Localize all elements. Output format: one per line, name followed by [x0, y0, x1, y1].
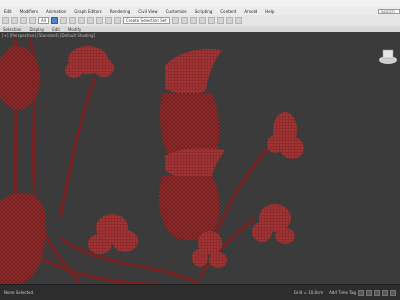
main-toolbar: All Create Selection Set — [0, 15, 400, 26]
unlink-button[interactable] — [29, 17, 36, 24]
pan-button[interactable] — [382, 289, 388, 296]
render-frame-button[interactable] — [225, 17, 233, 24]
perspective-viewport[interactable] — [0, 38, 400, 284]
align-button[interactable] — [180, 17, 188, 24]
selection-filter-dropdown[interactable]: All — [38, 17, 49, 24]
next-frame-button[interactable] — [366, 289, 372, 296]
center-top-pod — [160, 49, 222, 164]
select-by-name-button[interactable] — [59, 17, 67, 24]
select-object-button[interactable] — [50, 17, 58, 24]
undo-button[interactable] — [2, 17, 9, 24]
orbit-button[interactable] — [390, 289, 396, 296]
ribbon-tab-modify[interactable]: Modify — [68, 27, 81, 32]
menu-item-arnold[interactable]: Arnold — [240, 9, 261, 14]
menu-item-content[interactable]: Content — [216, 9, 240, 14]
named-selection-set-input[interactable]: Create Selection Set — [122, 17, 170, 24]
redo-button[interactable] — [11, 17, 18, 24]
left-lower-pod — [0, 192, 46, 284]
search-field[interactable]: Search — [378, 8, 400, 14]
stems — [13, 38, 272, 284]
menu-item-help[interactable]: Help — [261, 9, 278, 14]
flower-right-lower — [252, 204, 295, 244]
menu-item-scripting[interactable]: Scripting — [191, 9, 217, 14]
move-button[interactable] — [68, 17, 76, 24]
menu-item-customize[interactable]: Customize — [162, 9, 191, 14]
material-editor-button[interactable] — [207, 17, 215, 24]
viewcube-icon — [379, 49, 397, 64]
title-bar — [0, 0, 400, 7]
ribbon-tab-display[interactable]: Display — [29, 27, 44, 32]
rotate-button[interactable] — [77, 17, 85, 24]
zoom-button[interactable] — [374, 289, 380, 296]
snap-toggle-button[interactable] — [95, 17, 103, 24]
percent-snap-button[interactable] — [113, 17, 121, 24]
mirror-button[interactable] — [171, 17, 179, 24]
app-window: Edit Modifiers Animation Graph Editors R… — [0, 0, 400, 300]
menu-bar: Edit Modifiers Animation Graph Editors R… — [0, 7, 400, 15]
selection-status: None Selected — [4, 290, 34, 295]
menu-item-graph-editors[interactable]: Graph Editors — [70, 9, 105, 14]
flower-bottom-left — [88, 214, 138, 254]
menu-item-edit[interactable]: Edit — [0, 9, 16, 14]
ribbon-tab-edit[interactable]: Edit — [52, 27, 60, 32]
menu-item-animation[interactable]: Animation — [42, 9, 70, 14]
menu-item-modifiers[interactable]: Modifiers — [16, 9, 42, 14]
curve-editor-button[interactable] — [198, 17, 206, 24]
angle-snap-button[interactable] — [104, 17, 112, 24]
menu-item-civil-view[interactable]: Civil View — [134, 9, 161, 14]
play-button[interactable] — [358, 289, 364, 296]
center-lower-pod — [158, 148, 225, 241]
render-setup-button[interactable] — [216, 17, 224, 24]
layer-explorer-button[interactable] — [189, 17, 197, 24]
status-bar: None Selected Grid = 10,0cm Add Time Tag — [0, 284, 400, 300]
flower-top-left — [65, 46, 114, 78]
viewport-canvas — [0, 38, 397, 284]
ribbon-tab-selection[interactable]: Selection — [3, 27, 21, 32]
scale-button[interactable] — [86, 17, 94, 24]
grid-readout: Grid = 10,0cm — [293, 290, 324, 295]
render-button[interactable] — [234, 17, 242, 24]
link-button[interactable] — [20, 17, 27, 24]
add-time-tag[interactable]: Add Time Tag — [329, 290, 356, 295]
menu-item-rendering[interactable]: Rendering — [106, 9, 134, 14]
flower-right-upper — [267, 112, 304, 159]
